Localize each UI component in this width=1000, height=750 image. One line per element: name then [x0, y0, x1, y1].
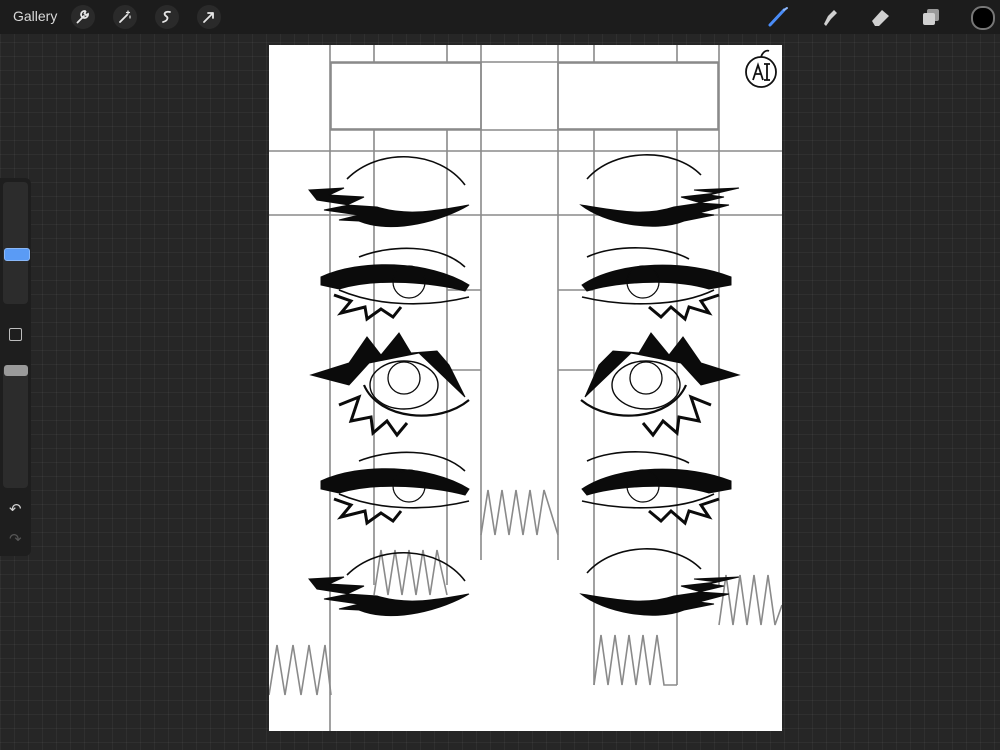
undo-icon[interactable]: ↶ — [9, 500, 22, 518]
logo-stamp — [745, 49, 777, 88]
brush-size-handle[interactable] — [4, 248, 30, 261]
drawing-canvas[interactable] — [269, 45, 782, 731]
layers-icon[interactable] — [918, 5, 944, 29]
color-picker-button[interactable] — [971, 6, 995, 30]
top-toolbar: Gallery — [0, 0, 1000, 34]
gallery-button[interactable]: Gallery — [13, 8, 57, 24]
brush-size-slider[interactable] — [3, 182, 28, 304]
magic-wand-icon[interactable] — [113, 5, 137, 29]
modify-button[interactable] — [9, 328, 22, 341]
opacity-slider[interactable] — [3, 366, 28, 488]
eraser-icon[interactable] — [867, 5, 893, 29]
redo-icon[interactable]: ↷ — [9, 530, 22, 548]
transform-icon[interactable] — [197, 5, 221, 29]
brush-icon[interactable] — [765, 5, 791, 29]
selection-icon[interactable] — [155, 5, 179, 29]
smudge-icon[interactable] — [816, 5, 842, 29]
background-sketch-lines — [269, 45, 782, 731]
wrench-icon[interactable] — [71, 5, 95, 29]
canvas-artwork — [269, 45, 782, 731]
opacity-handle[interactable] — [4, 365, 28, 376]
